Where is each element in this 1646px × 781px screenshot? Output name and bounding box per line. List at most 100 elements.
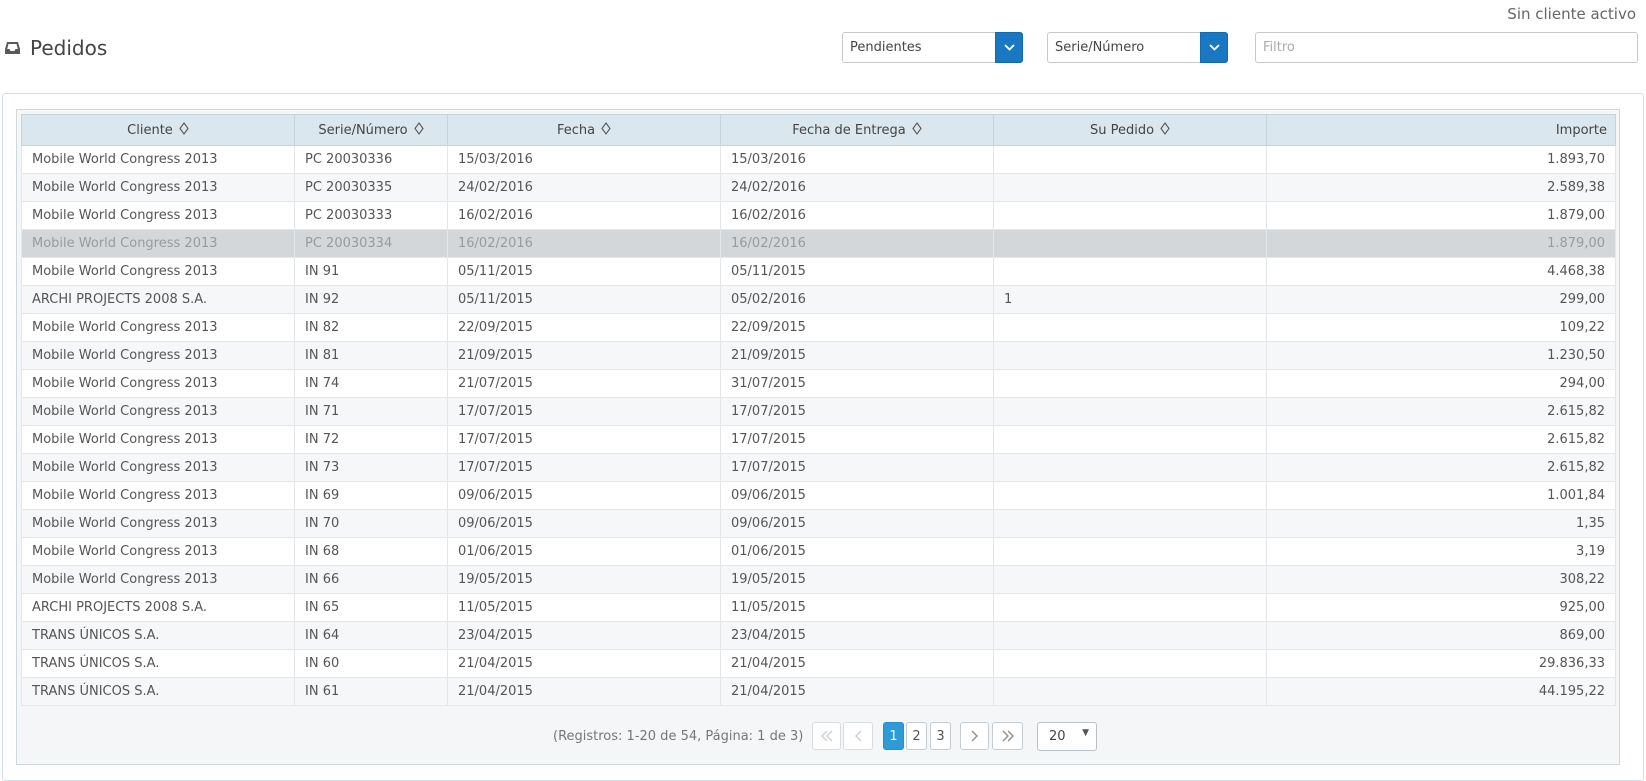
cell-su-pedido: [993, 593, 1267, 622]
cell-fecha-entrega: 16/02/2016: [720, 229, 994, 258]
sort-icon[interactable]: [413, 121, 424, 139]
cell-su-pedido: [993, 509, 1267, 538]
cell-serie-numero: IN 65: [294, 593, 448, 622]
double-chevron-left-icon: [820, 730, 832, 742]
cell-importe: 1,35: [1266, 509, 1616, 538]
cell-importe: 308,22: [1266, 565, 1616, 594]
cell-su-pedido: [993, 341, 1267, 370]
prev-page-button[interactable]: [843, 722, 873, 750]
cell-cliente: Mobile World Congress 2013: [21, 257, 295, 286]
cell-cliente: Mobile World Congress 2013: [21, 341, 295, 370]
cell-importe: 2.589,38: [1266, 173, 1616, 202]
cell-su-pedido: [993, 621, 1267, 650]
column-header-fecha-entrega[interactable]: Fecha de Entrega: [720, 114, 994, 146]
table-row[interactable]: TRANS ÚNICOS S.A. IN 60 21/04/2015 21/04/20…: [21, 649, 1616, 678]
column-header-fecha[interactable]: Fecha: [447, 114, 721, 146]
chevron-down-icon[interactable]: [995, 32, 1023, 63]
sort-icon[interactable]: [601, 121, 611, 139]
table-row[interactable]: Mobile World Congress 2013 IN 82 22/09/201…: [21, 313, 1616, 342]
table-row[interactable]: Mobile World Congress 2013 PC 20030334 16/…: [21, 229, 1616, 258]
cell-importe: 1.230,50: [1266, 341, 1616, 370]
cell-importe: 1.001,84: [1266, 481, 1616, 510]
search-field-select-value: Serie/Número: [1055, 40, 1145, 55]
column-header-serie-numero[interactable]: Serie/Número: [294, 114, 448, 146]
table-row[interactable]: Mobile World Congress 2013 IN 70 09/06/201…: [21, 509, 1616, 538]
cell-fecha-entrega: 23/04/2015: [720, 621, 994, 650]
table-row[interactable]: Mobile World Congress 2013 PC 20030335 24/…: [21, 173, 1616, 202]
cell-fecha-entrega: 15/03/2016: [720, 145, 994, 174]
status-select-value: Pendientes: [850, 40, 922, 55]
table-row[interactable]: Mobile World Congress 2013 PC 20030333 16/…: [21, 201, 1616, 230]
cell-cliente: Mobile World Congress 2013: [21, 145, 295, 174]
cell-importe: 1.879,00: [1266, 201, 1616, 230]
table-row[interactable]: TRANS ÚNICOS S.A. IN 61 21/04/2015 21/04/20…: [21, 677, 1616, 706]
cell-fecha: 15/03/2016: [447, 145, 721, 174]
page-button-2[interactable]: 2: [906, 722, 927, 750]
page-button-1[interactable]: 1: [883, 722, 904, 750]
filter-input[interactable]: [1255, 32, 1638, 63]
cell-serie-numero: IN 60: [294, 649, 448, 678]
table-row[interactable]: TRANS ÚNICOS S.A. IN 64 23/04/2015 23/04/20…: [21, 621, 1616, 650]
cell-fecha: 17/07/2015: [447, 397, 721, 426]
sort-icon[interactable]: [912, 121, 922, 139]
table-row[interactable]: Mobile World Congress 2013 IN 66 19/05/201…: [21, 565, 1616, 594]
table-row[interactable]: Mobile World Congress 2013 IN 91 05/11/201…: [21, 257, 1616, 286]
cell-fecha-entrega: 16/02/2016: [720, 201, 994, 230]
sort-icon[interactable]: [179, 121, 189, 139]
column-header-importe[interactable]: Importe: [1266, 114, 1616, 146]
cell-serie-numero: IN 91: [294, 257, 448, 286]
table-row[interactable]: Mobile World Congress 2013 IN 74 21/07/201…: [21, 369, 1616, 398]
chevron-down-icon[interactable]: [1200, 32, 1228, 63]
table-row[interactable]: Mobile World Congress 2013 IN 73 17/07/201…: [21, 453, 1616, 482]
cell-fecha-entrega: 21/04/2015: [720, 649, 994, 678]
cell-fecha: 21/07/2015: [447, 369, 721, 398]
column-header-su-pedido[interactable]: Su Pedido: [993, 114, 1267, 146]
cell-cliente: Mobile World Congress 2013: [21, 397, 295, 426]
cell-serie-numero: IN 71: [294, 397, 448, 426]
status-select[interactable]: Pendientes: [842, 32, 1023, 63]
cell-fecha: 11/05/2015: [447, 593, 721, 622]
cell-su-pedido: [993, 173, 1267, 202]
column-header-cliente[interactable]: Cliente: [21, 114, 295, 146]
table-row[interactable]: ARCHI PROJECTS 2008 S.A. IN 65 11/05/2015 1…: [21, 593, 1616, 622]
cell-cliente: ARCHI PROJECTS 2008 S.A.: [21, 285, 295, 314]
table-row[interactable]: ARCHI PROJECTS 2008 S.A. IN 92 05/11/2015 0…: [21, 285, 1616, 314]
cell-fecha: 21/04/2015: [447, 649, 721, 678]
table-row[interactable]: Mobile World Congress 2013 IN 71 17/07/201…: [21, 397, 1616, 426]
cell-cliente: Mobile World Congress 2013: [21, 369, 295, 398]
sort-icon[interactable]: [1160, 121, 1170, 139]
cell-fecha-entrega: 11/05/2015: [720, 593, 994, 622]
page-size-select[interactable]: 20 ▼: [1037, 722, 1097, 751]
cell-fecha: 21/04/2015: [447, 677, 721, 706]
page-button-3[interactable]: 3: [930, 722, 951, 750]
cell-importe: 1.893,70: [1266, 145, 1616, 174]
cell-cliente: Mobile World Congress 2013: [21, 201, 295, 230]
cell-cliente: TRANS ÚNICOS S.A.: [21, 621, 295, 650]
cell-serie-numero: IN 82: [294, 313, 448, 342]
cell-fecha: 17/07/2015: [447, 453, 721, 482]
inbox-icon: [4, 41, 21, 55]
table-row[interactable]: Mobile World Congress 2013 IN 68 01/06/201…: [21, 537, 1616, 566]
cell-serie-numero: PC 20030334: [294, 229, 448, 258]
table-row[interactable]: Mobile World Congress 2013 PC 20030336 15/…: [21, 145, 1616, 174]
page-size-value: 20: [1049, 729, 1066, 744]
page-title-text: Pedidos: [30, 36, 108, 60]
cell-importe: 294,00: [1266, 369, 1616, 398]
search-field-select[interactable]: Serie/Número: [1047, 32, 1228, 63]
cell-fecha: 22/09/2015: [447, 313, 721, 342]
caret-down-icon: ▼: [1082, 728, 1089, 738]
last-page-button[interactable]: [992, 722, 1023, 750]
cell-cliente: TRANS ÚNICOS S.A.: [21, 677, 295, 706]
cell-importe: 1.879,00: [1266, 229, 1616, 258]
table-row[interactable]: Mobile World Congress 2013 IN 69 09/06/201…: [21, 481, 1616, 510]
page-title: Pedidos: [4, 36, 107, 60]
cell-cliente: Mobile World Congress 2013: [21, 537, 295, 566]
pagination-bar: (Registros: 1-20 de 54, Página: 1 de 3) …: [0, 720, 1646, 754]
cell-importe: 2.615,82: [1266, 425, 1616, 454]
table-row[interactable]: Mobile World Congress 2013 IN 72 17/07/201…: [21, 425, 1616, 454]
first-page-button[interactable]: [812, 722, 841, 750]
cell-fecha-entrega: 31/07/2015: [720, 369, 994, 398]
next-page-button[interactable]: [960, 722, 989, 750]
cell-cliente: Mobile World Congress 2013: [21, 173, 295, 202]
table-row[interactable]: Mobile World Congress 2013 IN 81 21/09/201…: [21, 341, 1616, 370]
